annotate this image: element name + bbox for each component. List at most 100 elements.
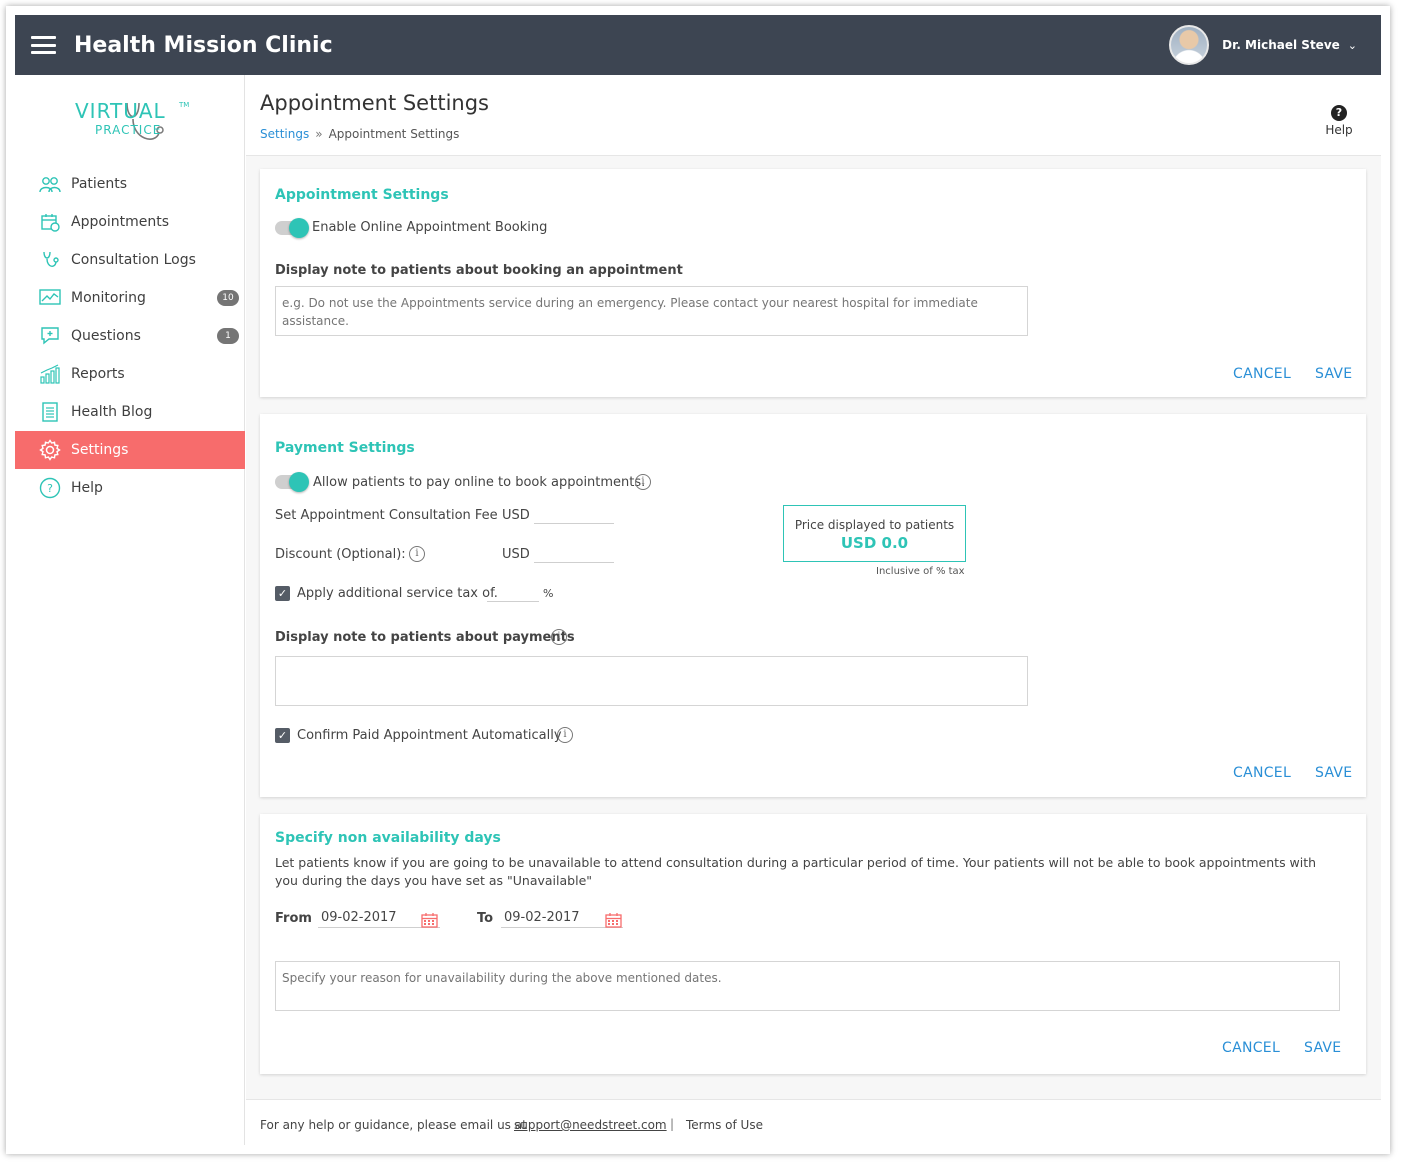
- footer-separator: |: [670, 1117, 675, 1131]
- sidebar-item-label: Settings: [71, 442, 129, 458]
- sidebar-item-reports[interactable]: Reports: [15, 355, 245, 393]
- sidebar-item-label: Help: [71, 480, 103, 496]
- payment-note-textarea[interactable]: [275, 656, 1028, 706]
- sidebar-item-label: Health Blog: [71, 404, 153, 420]
- terms-of-use-link[interactable]: Terms of Use: [686, 1118, 763, 1132]
- discount-label: Discount (Optional):: [275, 547, 406, 562]
- price-display-box: Price displayed to patients USD 0.0: [783, 505, 966, 562]
- availability-cancel-button[interactable]: CANCEL: [1222, 1040, 1280, 1056]
- sidebar-item-questions[interactable]: Questions 1: [15, 317, 245, 355]
- chart-icon: [39, 287, 61, 309]
- appointment-save-button[interactable]: SAVE: [1315, 366, 1352, 382]
- sidebar-item-label: Reports: [71, 366, 125, 382]
- logo-trademark: TM: [179, 101, 190, 109]
- sidebar-item-label: Questions: [71, 328, 141, 344]
- footer-help-text: For any help or guidance, please email u…: [260, 1118, 527, 1132]
- discount-input[interactable]: [534, 543, 614, 563]
- appointment-settings-title: Appointment Settings: [275, 187, 449, 203]
- payment-save-button[interactable]: SAVE: [1315, 765, 1352, 781]
- help-circle-icon: ?: [39, 477, 61, 499]
- help-label[interactable]: Help: [1319, 123, 1359, 137]
- booking-note-label: Display note to patients about booking a…: [275, 263, 683, 278]
- info-icon[interactable]: i: [551, 629, 567, 645]
- payment-cancel-button[interactable]: CANCEL: [1233, 765, 1291, 781]
- sidebar-item-health-blog[interactable]: Health Blog: [15, 393, 245, 431]
- appointment-cancel-button[interactable]: CANCEL: [1233, 366, 1291, 382]
- non-availability-title: Specify non availability days: [275, 830, 501, 846]
- logo-text-virtual: VIRTUAL: [75, 99, 166, 123]
- price-displayed-value: USD 0.0: [840, 534, 909, 552]
- service-tax-checkbox[interactable]: ✓: [275, 586, 290, 601]
- availability-save-button[interactable]: SAVE: [1304, 1040, 1341, 1056]
- non-availability-card: Specify non availability days Let patien…: [260, 814, 1366, 1074]
- pay-online-toggle[interactable]: [275, 472, 309, 492]
- sidebar-item-label: Patients: [71, 176, 128, 192]
- main-content: Appointment Settings Settings » Appointmen…: [246, 75, 1381, 1145]
- price-tax-note: Inclusive of % tax: [876, 566, 965, 577]
- questions-count-badge: 1: [217, 328, 239, 344]
- breadcrumb-settings-link[interactable]: Settings: [260, 127, 309, 141]
- booking-note-textarea[interactable]: [275, 286, 1028, 336]
- non-availability-description: Let patients know if you are going to be…: [275, 855, 1317, 888]
- tax-percent-unit: %: [543, 587, 554, 600]
- breadcrumb: Settings » Appointment Settings: [260, 127, 459, 141]
- appointment-settings-card: Appointment Settings Enable Online Appoi…: [260, 169, 1366, 397]
- chevron-down-icon[interactable]: ⌄: [1348, 39, 1357, 52]
- service-tax-input[interactable]: [487, 582, 539, 602]
- sidebar: VIRTUAL PRACTICE TM Patients Appointment…: [15, 75, 245, 1145]
- breadcrumb-current: Appointment Settings: [328, 127, 460, 141]
- unavailability-reason-textarea[interactable]: [275, 961, 1340, 1011]
- hamburger-menu-icon[interactable]: [31, 36, 56, 54]
- to-label: To: [477, 911, 494, 926]
- sidebar-item-patients[interactable]: Patients: [15, 165, 245, 203]
- info-icon[interactable]: i: [635, 474, 651, 490]
- consultation-fee-input[interactable]: [534, 504, 614, 524]
- logo-text-practice: PRACTICE: [95, 123, 162, 137]
- help-question-icon[interactable]: ?: [1331, 105, 1347, 121]
- gear-icon: [39, 439, 61, 461]
- user-name[interactable]: Dr. Michael Steve: [1222, 38, 1340, 52]
- stethoscope-icon: [39, 249, 61, 271]
- user-menu[interactable]: Dr. Michael Steve ⌄: [1169, 25, 1357, 65]
- fee-currency-label: USD: [502, 508, 530, 523]
- footer: For any help or guidance, please email u…: [246, 1099, 1381, 1145]
- confirm-paid-label: Confirm Paid Appointment Automatically: [297, 728, 562, 743]
- pay-online-label: Allow patients to pay online to book app…: [313, 475, 646, 490]
- info-icon[interactable]: i: [557, 727, 573, 743]
- payment-note-label: Display note to patients about payments: [275, 630, 575, 645]
- payment-settings-card: Payment Settings Allow patients to pay o…: [260, 414, 1366, 797]
- svg-text:?: ?: [47, 482, 53, 495]
- avatar[interactable]: [1169, 25, 1210, 65]
- sidebar-item-help[interactable]: ? Help: [15, 469, 245, 507]
- patients-icon: [39, 173, 61, 195]
- sidebar-item-consultation-logs[interactable]: Consultation Logs: [15, 241, 245, 279]
- enable-online-booking-label: Enable Online Appointment Booking: [312, 220, 548, 235]
- sidebar-item-monitoring[interactable]: Monitoring 10: [15, 279, 245, 317]
- toggle-knob[interactable]: [289, 472, 309, 492]
- calendar-icon[interactable]: [605, 912, 622, 928]
- help-button[interactable]: ? Help: [1319, 101, 1359, 137]
- sidebar-nav: Patients Appointments Consultation Logs …: [15, 165, 245, 507]
- bar-chart-icon: [39, 363, 61, 385]
- question-chat-icon: [39, 325, 61, 347]
- app-title: Health Mission Clinic: [74, 32, 333, 58]
- page-header: Appointment Settings Settings » Appointmen…: [246, 75, 1381, 156]
- virtual-practice-logo: VIRTUAL PRACTICE TM: [75, 95, 195, 155]
- calendar-icon[interactable]: [421, 912, 438, 928]
- confirm-paid-checkbox[interactable]: ✓: [275, 728, 290, 743]
- top-bar: Health Mission Clinic Dr. Michael Steve …: [15, 15, 1381, 75]
- calendar-icon: [39, 211, 61, 233]
- sidebar-item-label: Appointments: [71, 214, 170, 230]
- sidebar-item-appointments[interactable]: Appointments: [15, 203, 245, 241]
- enable-online-booking-toggle[interactable]: [275, 218, 309, 238]
- support-email-link[interactable]: support@needstreet.com: [514, 1118, 667, 1132]
- sidebar-item-label: Consultation Logs: [71, 252, 196, 268]
- page-title: Appointment Settings: [260, 91, 489, 115]
- toggle-knob[interactable]: [289, 218, 309, 238]
- info-icon[interactable]: i: [409, 546, 425, 562]
- sidebar-item-settings[interactable]: Settings: [15, 431, 245, 469]
- service-tax-label: Apply additional service tax of.: [297, 586, 498, 601]
- consultation-fee-label: Set Appointment Consultation Fee: [275, 508, 498, 523]
- document-icon: [39, 401, 61, 423]
- payment-settings-title: Payment Settings: [275, 440, 415, 456]
